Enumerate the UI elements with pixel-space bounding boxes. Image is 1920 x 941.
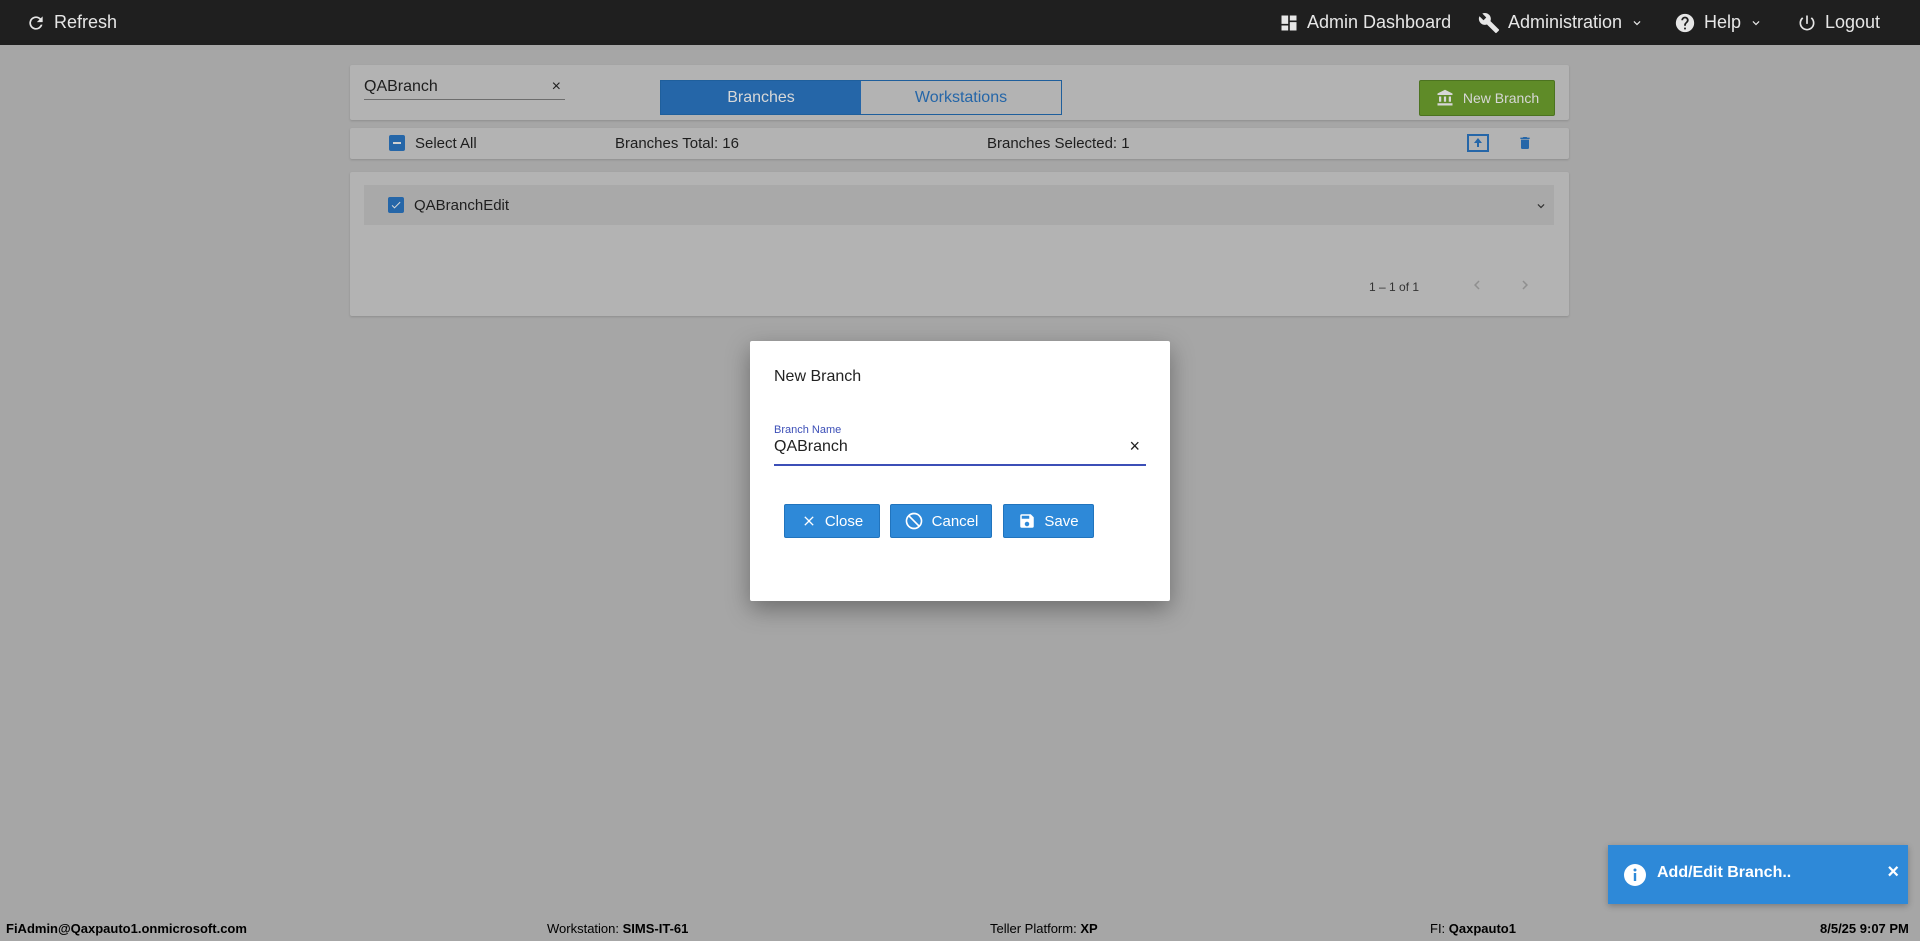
chevron-down-icon: [1752, 20, 1760, 25]
pager-range: 1 – 1 of 1: [1369, 280, 1420, 294]
view-toggle: Branches Workstations: [660, 80, 1062, 115]
row-label: QABranchEdit: [414, 196, 510, 214]
delete-button[interactable]: [1517, 128, 1533, 158]
dialog-title: New Branch: [774, 368, 862, 385]
list-item[interactable]: QABranchEdit: [364, 185, 1554, 225]
save-icon: [1020, 514, 1035, 528]
save-label: Save: [1044, 512, 1079, 530]
close-button[interactable]: Close: [784, 504, 880, 538]
info-icon: [1624, 864, 1646, 886]
select-all-label: Select All: [415, 134, 477, 152]
help-menu[interactable]: Help: [1674, 0, 1763, 45]
check-icon: [391, 201, 401, 209]
trash-icon: [1520, 137, 1530, 149]
cancel-button[interactable]: Cancel: [890, 504, 992, 538]
branch-list: QABranchEdit 1 – 1 of 1: [350, 172, 1569, 316]
upload-icon: [1467, 134, 1489, 152]
close-label: Close: [824, 512, 864, 530]
select-all[interactable]: Select All: [389, 128, 477, 158]
branch-name-input[interactable]: [774, 436, 1114, 458]
refresh-icon: [29, 15, 43, 30]
status-fi: FI: Qaxpauto1: [1430, 921, 1516, 936]
help-icon: [1675, 13, 1695, 32]
refresh-label: Refresh: [54, 12, 118, 32]
cancel-label: Cancel: [931, 512, 979, 530]
logout-label: Logout: [1825, 12, 1881, 32]
info-toast: Add/Edit Branch.. ×: [1608, 845, 1908, 904]
logout-button[interactable]: Logout: [1797, 0, 1880, 45]
branch-name-label: Branch Name: [774, 424, 842, 436]
tab-workstations[interactable]: Workstations: [861, 81, 1061, 114]
clear-field-icon[interactable]: ×: [1129, 436, 1140, 457]
refresh-button[interactable]: Refresh: [26, 0, 117, 45]
top-navigation-bar: Refresh Admin Dashboard Administration H…: [0, 0, 1920, 45]
status-bar: FiAdmin@Qaxpauto1.onmicrosoft.com Workst…: [0, 915, 1920, 941]
branch-name-field: Branch Name ×: [774, 424, 1146, 466]
chevron-left-icon[interactable]: [1468, 276, 1486, 294]
power-icon: [1799, 15, 1815, 30]
select-all-checkbox[interactable]: [389, 135, 405, 151]
chevron-down-icon: [1633, 20, 1641, 25]
chevron-down-icon[interactable]: [1534, 199, 1548, 213]
chevron-right-icon[interactable]: [1516, 276, 1534, 294]
ban-icon: [905, 512, 922, 530]
status-workstation: Workstation: SIMS-IT-61: [547, 921, 689, 936]
admin-dashboard-label: Admin Dashboard: [1307, 12, 1452, 32]
admin-dashboard-link[interactable]: Admin Dashboard: [1279, 0, 1451, 45]
indeterminate-icon: [393, 142, 401, 144]
status-user: FiAdmin@Qaxpauto1.onmicrosoft.com: [6, 921, 247, 936]
new-branch-button[interactable]: New Branch: [1419, 80, 1555, 116]
branches-total: Branches Total: 16: [615, 134, 739, 152]
administration-menu[interactable]: Administration: [1478, 0, 1644, 45]
branch-toolbar: QABranch × Branches Workstations New Bra…: [350, 65, 1569, 120]
wrench-icon: [1478, 12, 1500, 33]
export-button[interactable]: [1467, 128, 1489, 158]
row-checkbox[interactable]: [388, 197, 404, 213]
toast-close-icon[interactable]: ×: [1887, 861, 1899, 884]
selection-bar: Select All Branches Total: 16 Branches S…: [350, 128, 1569, 159]
new-branch-label: New Branch: [1462, 90, 1540, 106]
branch-search[interactable]: QABranch ×: [364, 75, 565, 100]
toast-message: Add/Edit Branch..: [1657, 864, 1792, 881]
clear-search-icon[interactable]: ×: [552, 78, 565, 96]
search-value: QABranch: [364, 78, 438, 95]
branches-selected: Branches Selected: 1: [987, 134, 1130, 152]
save-button[interactable]: Save: [1003, 504, 1094, 538]
administration-label: Administration: [1508, 12, 1623, 32]
dashboard-icon: [1281, 15, 1297, 30]
help-label: Help: [1704, 12, 1742, 32]
close-icon: [804, 516, 814, 526]
bank-icon: [1437, 89, 1453, 106]
new-branch-dialog: New Branch Branch Name × Close Cancel Sa…: [750, 341, 1170, 601]
status-datetime: 8/5/25 9:07 PM: [1820, 921, 1909, 936]
tab-branches[interactable]: Branches: [661, 81, 861, 114]
status-platform: Teller Platform: XP: [990, 921, 1098, 936]
